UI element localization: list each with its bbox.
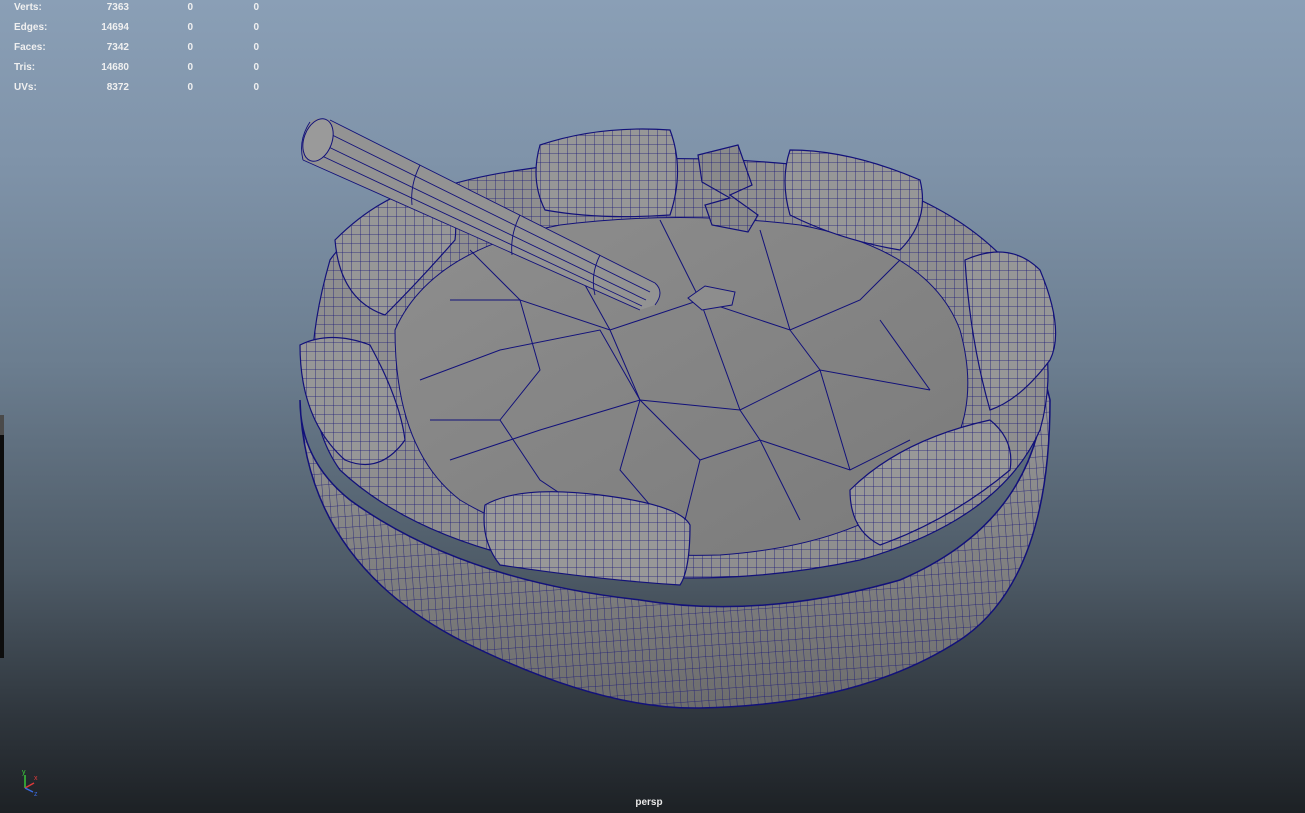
axis-x-label: x [34,775,38,782]
ashtray-model[interactable] [0,0,1305,813]
3d-viewport[interactable]: Verts: 7363 0 0 Edges: 14694 0 0 Faces: … [0,0,1305,813]
hud-value: 0 [187,82,193,93]
hud-label: Faces: [14,42,46,53]
hud-row-verts: Verts: 7363 0 0 [0,0,270,16]
hud-value: 7363 [106,2,129,13]
hud-value: 0 [253,42,259,53]
hud-row-uvs: UVs: 8372 0 0 [0,80,270,96]
hud-value: 8372 [106,82,129,93]
hud-label: Edges: [14,22,48,33]
hud-value: 0 [187,42,193,53]
hud-label: Tris: [14,62,36,73]
view-axis-gizmo-icon: y x z [22,769,38,796]
hud-value: 14694 [101,22,129,33]
hud-value: 0 [187,2,193,13]
hud-value: 0 [187,62,193,73]
side-panel-tab[interactable] [0,415,4,435]
camera-name-label: persp [635,797,663,808]
hud-value: 14680 [101,62,129,73]
hud-label: Verts: [14,2,42,13]
hud-row-tris: Tris: 14680 0 0 [0,60,270,76]
rim-rest-back [535,128,679,218]
hud-value: 0 [187,22,193,33]
axis-y-label: y [22,769,26,776]
hud-row-edges: Edges: 14694 0 0 [0,20,270,36]
hud-value: 0 [253,2,259,13]
hud-value: 0 [253,82,259,93]
hud-row-faces: Faces: 7342 0 0 [0,40,270,56]
hud-value: 0 [253,62,259,73]
axis-z-label: z [34,791,38,796]
hud-value: 0 [253,22,259,33]
side-panel-edge[interactable] [0,415,4,658]
hud-value: 7342 [106,42,129,53]
hud-label: UVs: [14,82,37,93]
